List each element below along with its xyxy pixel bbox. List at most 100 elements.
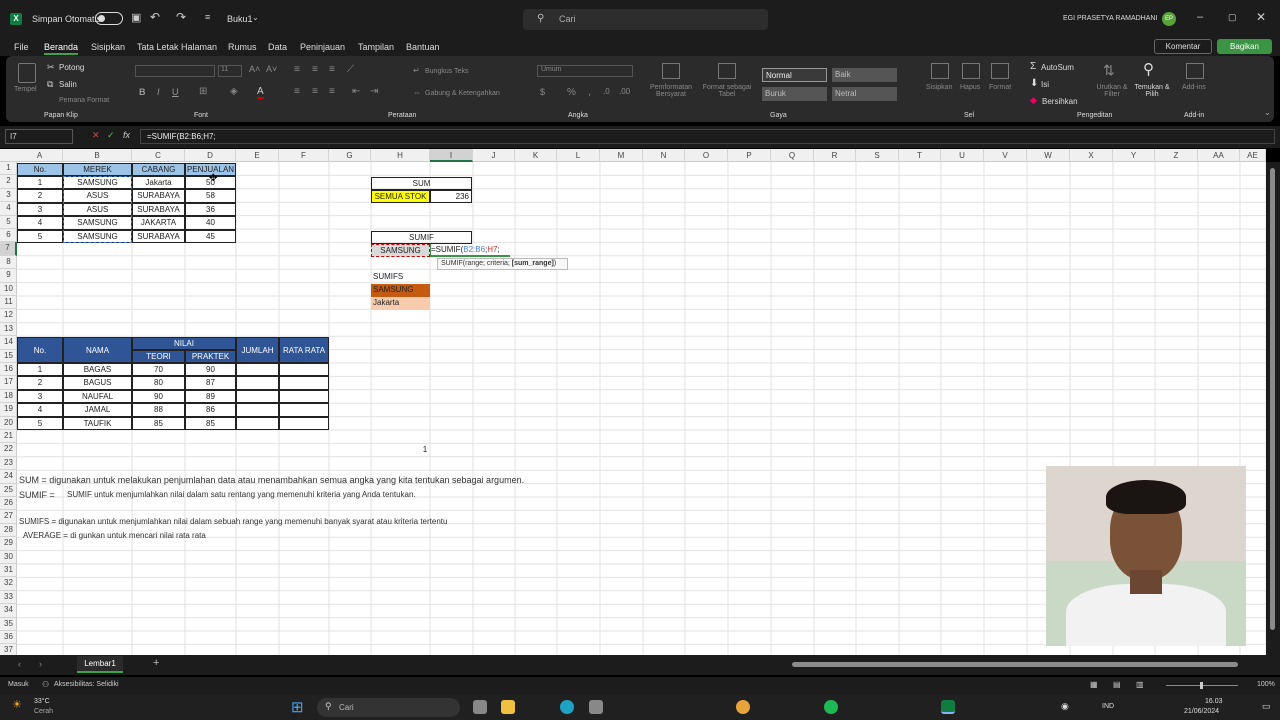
delete-cells-button[interactable]: Hapus — [960, 84, 980, 91]
style-normal[interactable]: Normal — [762, 68, 827, 82]
tab-page-layout[interactable]: Tata Letak Halaman — [137, 42, 217, 52]
sumifs-criteria-2[interactable]: Jakarta — [371, 297, 430, 310]
next-sheet-icon[interactable]: › — [39, 659, 42, 669]
insert-function-icon[interactable]: fx — [123, 130, 130, 140]
note-sumifs[interactable]: SUMIFS = digunakan untuk menjumlahkan ni… — [19, 516, 519, 529]
column-header[interactable]: C — [132, 149, 185, 162]
font-family-select[interactable] — [135, 65, 215, 77]
t1-header-cabang[interactable]: CABANG — [132, 163, 185, 176]
align-middle-icon[interactable]: ≡ — [312, 64, 318, 75]
zoom-slider-thumb[interactable] — [1200, 682, 1203, 689]
column-header[interactable]: X — [1070, 149, 1113, 162]
note-average[interactable]: AVERAGE = di gunkan untuk mencari nilai … — [23, 530, 323, 543]
sumif-formula-cell[interactable]: =SUMIF(B2:B6;H7; — [430, 244, 510, 257]
column-header[interactable]: AA — [1198, 149, 1240, 162]
format-as-table-button[interactable]: Format sebagai Tabel — [700, 84, 754, 98]
tab-home[interactable]: Beranda — [44, 42, 79, 55]
wrap-text-button[interactable]: Bungkus Teks — [425, 68, 468, 75]
percent-icon[interactable]: % — [567, 87, 576, 98]
share-button[interactable]: Bagikan — [1217, 39, 1272, 54]
t2-cell[interactable]: 5 — [17, 416, 63, 430]
format-painter-button[interactable]: Pemana Format — [59, 97, 109, 104]
zoom-slider[interactable] — [1166, 682, 1238, 689]
t2-cell[interactable] — [279, 389, 329, 404]
tab-insert[interactable]: Sisipkan — [91, 42, 125, 52]
currency-icon[interactable]: $ — [540, 87, 545, 97]
windows-start-icon[interactable]: ⊞ — [291, 698, 304, 716]
page-layout-view-icon[interactable]: ▤ — [1113, 680, 1121, 689]
column-header[interactable]: Q — [771, 149, 814, 162]
style-good[interactable]: Baik — [832, 68, 897, 82]
note-sumif[interactable]: SUMIF untuk menjumlahkan nilai dalam sat… — [67, 489, 487, 502]
t1-cell[interactable]: 2 — [17, 189, 63, 203]
column-header[interactable]: W — [1027, 149, 1070, 162]
comma-icon[interactable]: , — [588, 87, 591, 98]
font-color-icon[interactable]: A — [257, 86, 264, 99]
t1-cell[interactable]: SURABAYA — [132, 229, 185, 243]
stray-value-cell[interactable]: 1 — [420, 444, 430, 457]
t2-header-teori[interactable]: TEORI — [132, 350, 185, 363]
tab-help[interactable]: Bantuan — [406, 42, 440, 52]
t2-cell[interactable]: 90 — [185, 363, 236, 377]
t1-header-merek[interactable]: MEREK — [63, 163, 132, 176]
sum-label[interactable]: SEMUA STOK — [371, 190, 430, 203]
t2-header-no[interactable]: No. — [17, 337, 63, 363]
vertical-scroll-thumb[interactable] — [1270, 168, 1275, 630]
t1-cell[interactable]: 1 — [17, 176, 63, 190]
sumif-title[interactable]: SUMIF — [371, 231, 472, 244]
column-header[interactable]: R — [814, 149, 856, 162]
notification-icon[interactable]: ▭ — [1262, 701, 1271, 712]
t2-cell[interactable]: 80 — [132, 376, 185, 390]
t1-cell[interactable]: SURABAYA — [132, 189, 185, 203]
t2-cell[interactable]: JAMAL — [63, 403, 132, 417]
indent-icon[interactable]: ⇤ — [352, 86, 360, 97]
merge-center-button[interactable]: Gabung & Ketengahkan — [425, 90, 500, 97]
format-cells-button[interactable]: Format — [989, 84, 1011, 91]
wifi-icon[interactable]: ◉ — [1061, 701, 1069, 712]
column-header[interactable]: P — [728, 149, 771, 162]
function-tooltip[interactable]: SUMIF(range; criteria; [sum_range]) — [437, 258, 568, 270]
t1-cell[interactable]: Jakarta — [132, 176, 185, 190]
t2-header-rata[interactable]: RATA RATA — [279, 337, 329, 363]
taskbar-search[interactable]: ⚲ Cari — [317, 698, 460, 717]
t1-cell[interactable]: 36 — [185, 202, 236, 217]
horizontal-scrollbar[interactable] — [782, 660, 1262, 669]
align-bottom-icon[interactable]: ≡ — [329, 64, 335, 75]
column-header[interactable]: Z — [1155, 149, 1198, 162]
sumifs-title[interactable]: SUMIFS — [371, 271, 430, 284]
add-ins-button[interactable]: Add-ins — [1182, 84, 1206, 91]
t2-cell[interactable] — [236, 389, 279, 404]
column-header[interactable]: AE — [1240, 149, 1266, 162]
tab-file[interactable]: File — [14, 42, 29, 52]
style-neutral[interactable]: Netral — [832, 87, 897, 101]
t1-cell[interactable]: 40 — [185, 216, 236, 230]
t2-header-nilai[interactable]: NILAI — [132, 337, 236, 350]
t2-cell[interactable]: 2 — [17, 376, 63, 390]
t2-cell[interactable]: BAGUS — [63, 376, 132, 390]
enter-icon[interactable]: ✓ — [107, 130, 115, 141]
prev-sheet-icon[interactable]: ‹ — [18, 659, 21, 669]
shrink-font-icon[interactable]: A˅ — [266, 64, 277, 74]
align-center-icon[interactable]: ≡ — [312, 86, 318, 97]
add-sheet-icon[interactable]: + — [153, 657, 159, 669]
sum-value[interactable]: 236 — [430, 190, 472, 203]
column-header[interactable]: O — [685, 149, 728, 162]
close-icon[interactable]: ✕ — [1256, 10, 1266, 24]
note-sum[interactable]: SUM = digunakan untuk melakukan penjumla… — [19, 474, 579, 487]
italic-icon[interactable]: I — [157, 87, 160, 97]
t2-cell[interactable]: 1 — [17, 363, 63, 377]
redo-icon[interactable]: ↷ — [176, 10, 186, 24]
tab-formulas[interactable]: Rumus — [228, 42, 257, 52]
ribbon-collapse-icon[interactable]: ⌄ — [1264, 108, 1271, 117]
column-header[interactable]: V — [984, 149, 1027, 162]
sumif-criteria-cell[interactable]: SAMSUNG — [371, 244, 430, 257]
note-sumif-label[interactable]: SUMIF = — [19, 489, 59, 502]
page-break-view-icon[interactable]: ▥ — [1136, 680, 1144, 689]
t2-cell[interactable]: 4 — [17, 403, 63, 417]
file-explorer-icon[interactable] — [501, 700, 515, 714]
tab-view[interactable]: Tampilan — [358, 42, 394, 52]
autosum-button[interactable]: AutoSum — [1041, 63, 1074, 72]
t2-header-nama[interactable]: NAMA — [63, 337, 132, 363]
task-view-icon[interactable] — [473, 700, 487, 714]
fill-button[interactable]: Isi — [1041, 80, 1049, 89]
